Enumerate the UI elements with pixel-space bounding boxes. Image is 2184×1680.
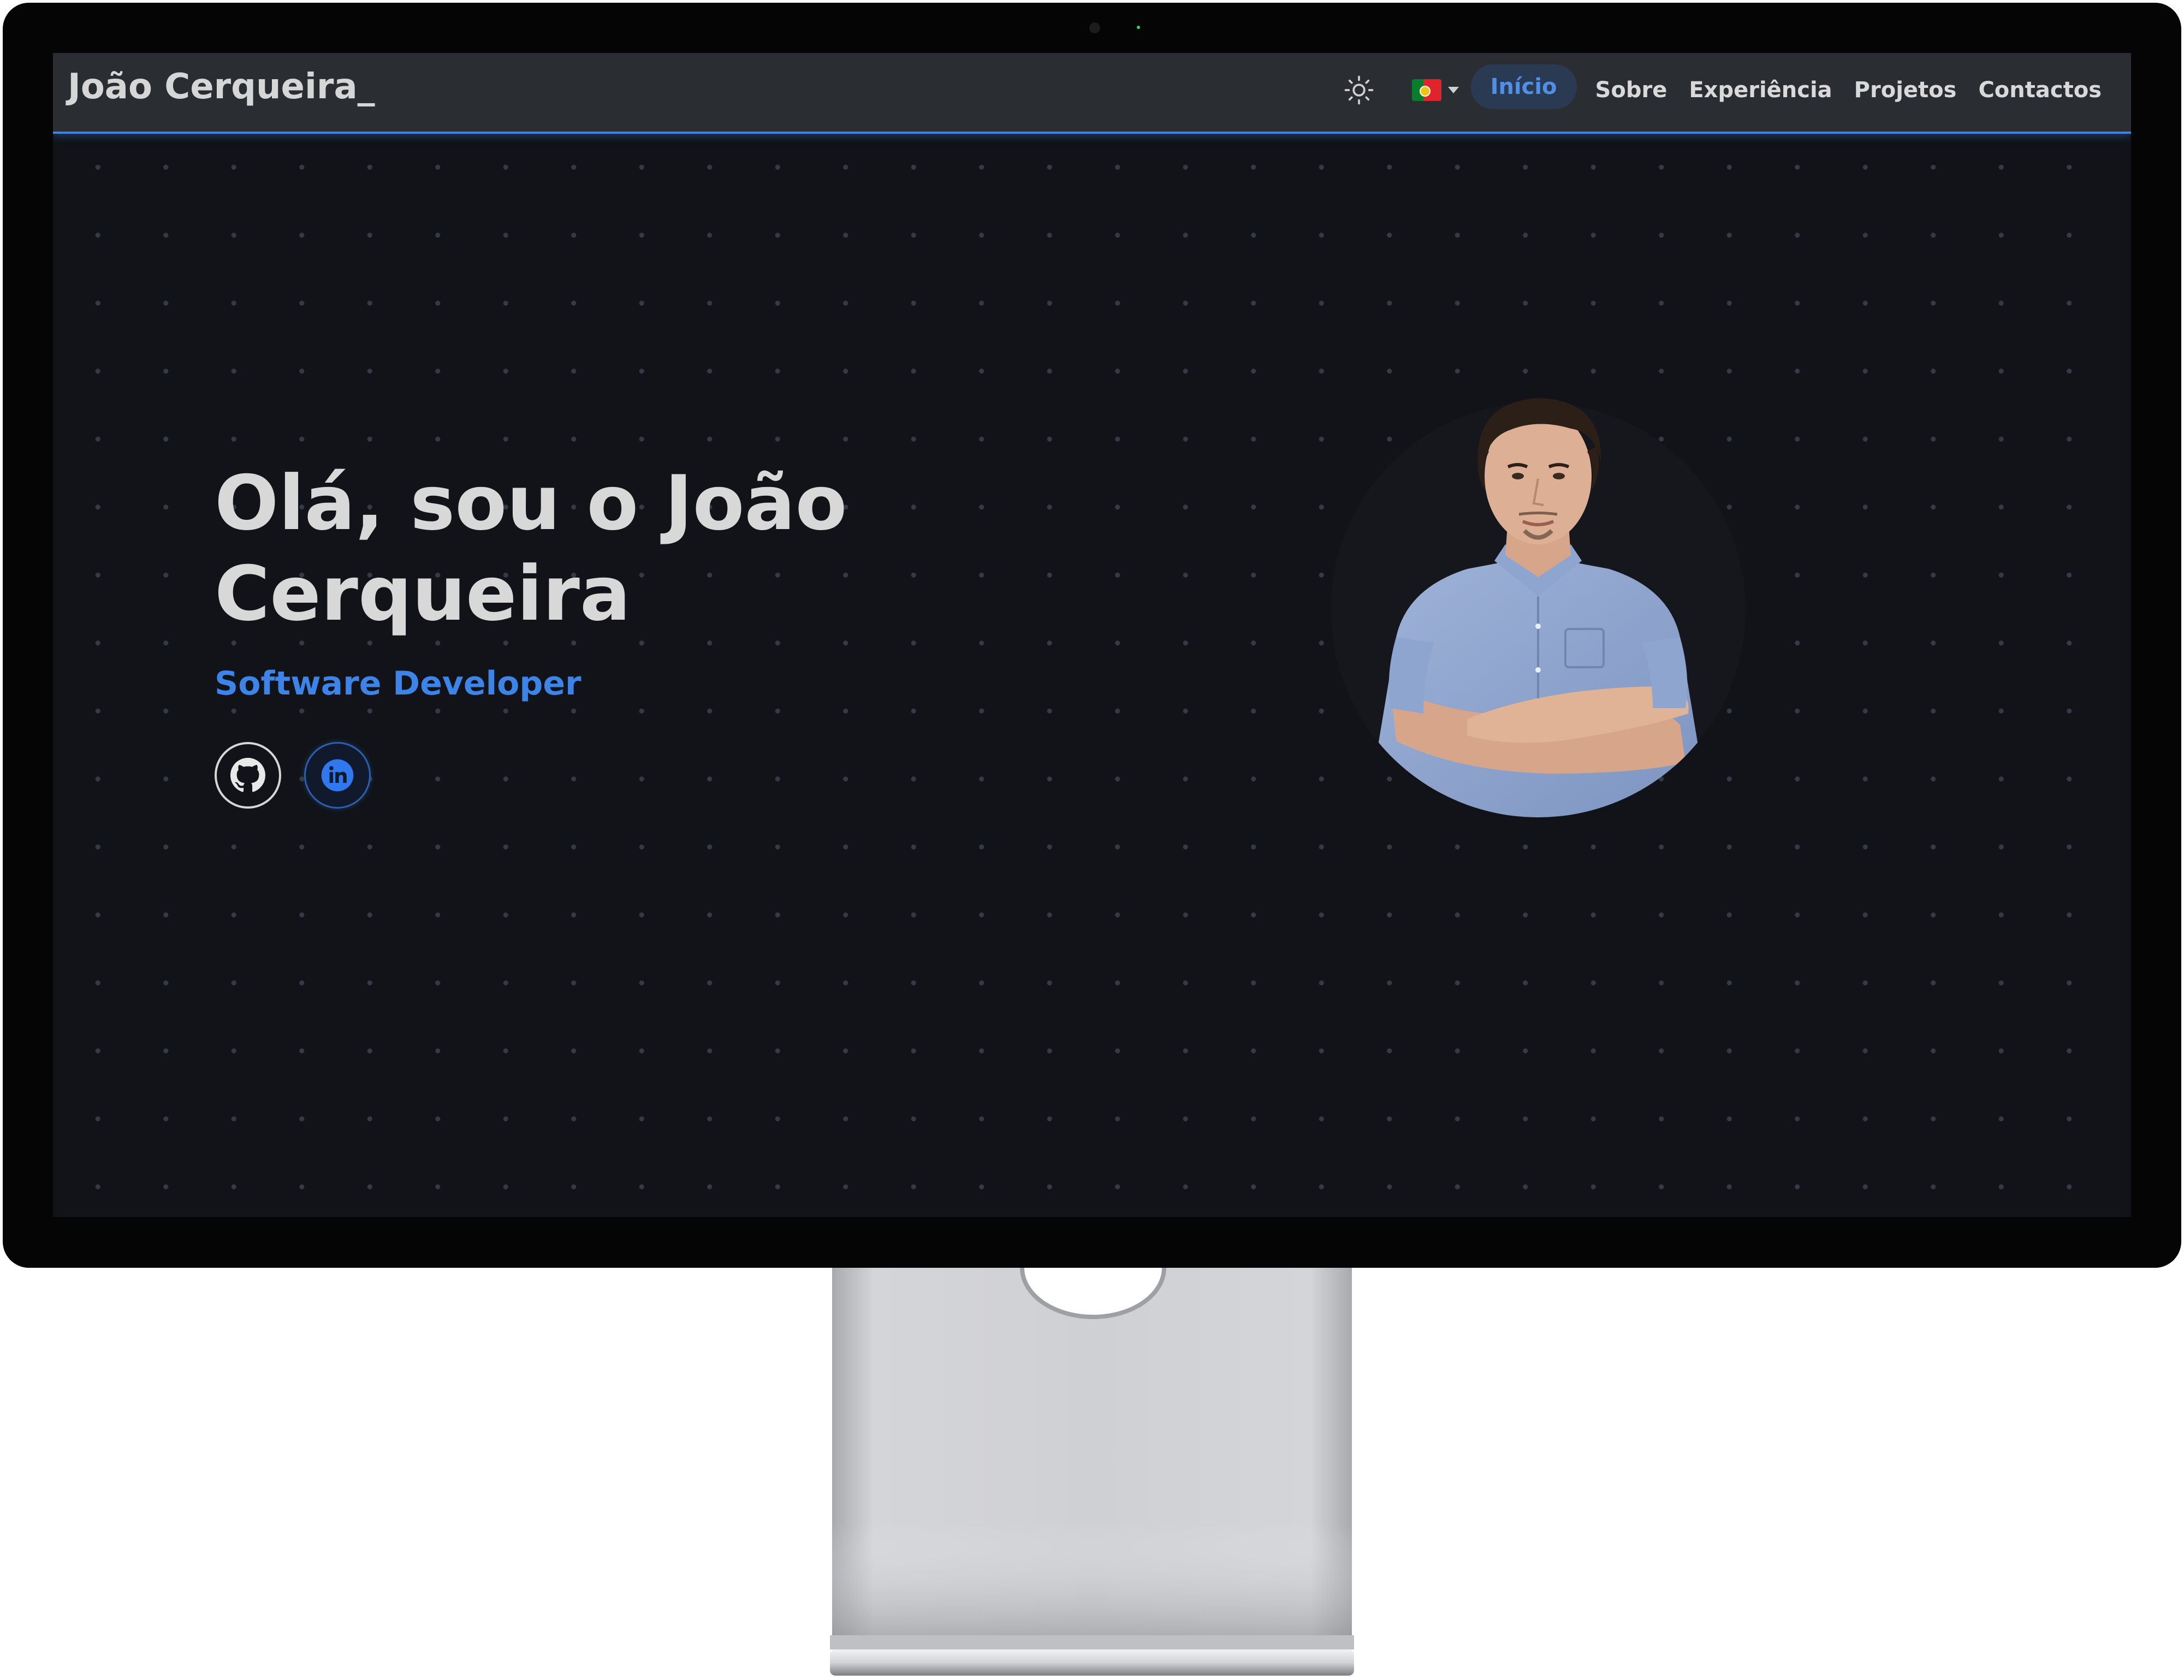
github-button[interactable]	[215, 742, 281, 809]
profile-photo	[1331, 398, 1746, 817]
language-selector[interactable]	[1411, 79, 1459, 101]
webcam	[1089, 22, 1100, 33]
nav-controls: Início Sobre Experiência Projetos Contac…	[1340, 63, 2109, 117]
brand-logo[interactable]: João Cerqueira_	[68, 65, 375, 109]
hero-title: Olá, sou o João Cerqueira	[215, 458, 979, 639]
github-icon	[230, 758, 265, 792]
nav-link-projetos[interactable]: Projetos	[1847, 70, 1965, 110]
nav-link-inicio[interactable]: Início	[1470, 64, 1577, 109]
linkedin-icon	[321, 759, 354, 792]
linkedin-button[interactable]	[304, 742, 371, 809]
website-screen: João Cerqueira_ Início Sobre Experiência…	[53, 53, 2131, 1217]
webcam-led	[1137, 26, 1140, 29]
nav-link-sobre[interactable]: Sobre	[1588, 70, 1675, 110]
theme-toggle-button[interactable]	[1340, 71, 1378, 109]
hero-subtitle: Software Developer	[215, 664, 581, 703]
hero-title-line1: Olá, sou o João	[215, 459, 847, 547]
portugal-flag-icon	[1411, 79, 1441, 101]
navbar: João Cerqueira_ Início Sobre Experiência…	[53, 53, 2131, 134]
sun-icon	[1344, 75, 1373, 105]
hero-title-line2: Cerqueira	[215, 550, 631, 638]
chevron-down-icon	[1447, 87, 1459, 93]
nav-link-experiencia[interactable]: Experiência	[1681, 70, 1839, 110]
nav-link-contactos[interactable]: Contactos	[1971, 70, 2109, 110]
desktop-monitor: João Cerqueira_ Início Sobre Experiência…	[0, 0, 2184, 1680]
